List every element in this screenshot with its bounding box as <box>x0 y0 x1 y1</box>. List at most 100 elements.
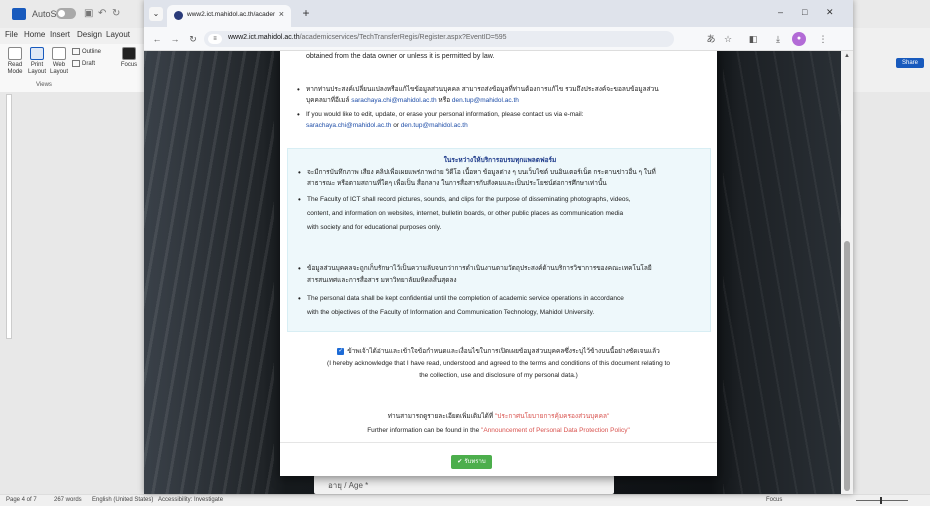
outline-button[interactable]: Outline <box>72 48 101 55</box>
english-contact-line-1: If you would like to edit, update, or er… <box>306 111 584 118</box>
check-icon: ✔ <box>457 459 463 465</box>
undo-icon[interactable]: ↶ <box>98 8 106 19</box>
url-host: www2.ict.mahidol.ac.th <box>228 34 300 41</box>
age-label: อายุ / Age * <box>328 481 369 490</box>
modal-footer-divider <box>280 442 717 443</box>
url-path: /academicservices/TechTransferRegis/Regi… <box>299 34 507 41</box>
web-layout-button[interactable]: Web Layout <box>48 47 70 76</box>
page-scrollbar[interactable]: ▲ <box>841 51 853 494</box>
page-viewport: อายุ / Age * obtained from the data owne… <box>144 51 853 494</box>
thai-contact-item: หากท่านประสงค์เปลี่ยนแปลงหรือแก้ไขข้อมูล… <box>297 84 659 106</box>
focus-button[interactable]: Focus <box>118 47 140 69</box>
permitted-by-law-text: obtained from the data owner or unless i… <box>306 53 495 60</box>
accessibility-status[interactable]: Accessibility: Investigate <box>158 497 223 503</box>
notice-english-confidential-line-1: The personal data shall be kept confiden… <box>307 295 624 302</box>
read-mode-button[interactable]: Read Mode <box>4 47 26 76</box>
word-tab-insert[interactable]: Insert <box>50 30 70 39</box>
url-text[interactable]: www2.ict.mahidol.ac.th/academicservices/… <box>228 34 507 41</box>
print-layout-button[interactable]: Print Layout <box>26 47 48 76</box>
more-info-english-text: Further information can be found in the <box>367 427 480 434</box>
email-link-sarachaya[interactable]: sarachaya.chi@mahidol.ac.th <box>351 97 436 104</box>
language-status[interactable]: English (United States) <box>92 497 153 503</box>
profile-avatar[interactable]: ● <box>792 32 806 46</box>
email-link-den-2[interactable]: den.tup@mahidol.ac.th <box>401 122 468 129</box>
word-count[interactable]: 267 words <box>54 497 82 503</box>
acknowledge-checkbox[interactable]: ✓ <box>337 347 345 355</box>
draft-icon <box>72 60 80 67</box>
more-info-thai: ท่านสามารถดูรายละเอียดเพิ่มเติมได้ที่ "ป… <box>280 410 717 424</box>
share-button[interactable]: Share <box>896 58 924 68</box>
close-button[interactable]: ✕ <box>826 7 834 18</box>
focus-icon <box>122 47 136 60</box>
background-building-right <box>723 51 853 494</box>
zoom-slider-handle[interactable] <box>880 497 882 504</box>
site-favicon-icon <box>174 11 183 20</box>
new-tab-button[interactable]: + <box>299 6 313 20</box>
minimize-button[interactable]: – <box>778 7 783 17</box>
browser-tab-active[interactable]: www2.ict.mahidol.ac.th/academ × <box>167 5 291 27</box>
tab-close-icon[interactable]: × <box>279 9 284 19</box>
save-icon[interactable]: ▣ <box>84 8 93 19</box>
english-or-text: or <box>393 122 399 129</box>
acknowledge-thai-text: ข้าพเจ้าได้อ่านและเข้าใจข้อกำหนดและเงื่อ… <box>347 348 660 355</box>
word-tab-home[interactable]: Home <box>24 30 45 39</box>
extensions-icon[interactable]: ◧ <box>746 32 760 46</box>
consent-modal: obtained from the data owner or unless i… <box>280 51 717 476</box>
background-building-left <box>144 51 274 494</box>
notice-english-recording-line-3: with society and for educational purpose… <box>307 224 442 231</box>
thai-or-text: หรือ <box>438 97 451 104</box>
menu-kebab-icon[interactable]: ⋮ <box>816 32 830 46</box>
word-status-bar: Page 4 of 7 267 words English (United St… <box>0 494 930 506</box>
notice-thai-confidential-line-1: ข้อมูลส่วนบุคคลจะถูกเก็บรักษาไว้เป็นความ… <box>307 265 652 272</box>
more-info-thai-text: ท่านสามารถดูรายละเอียดเพิ่มเติมได้ที่ <box>387 413 494 420</box>
word-tab-design[interactable]: Design <box>77 30 102 39</box>
vertical-ruler <box>6 94 12 339</box>
notice-english-confidential-line-2: with the objectives of the Faculty of In… <box>307 309 595 316</box>
zoom-slider[interactable] <box>856 500 908 501</box>
focus-mode-status[interactable]: Focus <box>766 497 782 503</box>
policy-link-thai[interactable]: "ประกาศนโยบายการคุ้มครองส่วนบุคคล" <box>495 413 609 420</box>
thai-contact-line-1: หากท่านประสงค์เปลี่ยนแปลงหรือแก้ไขข้อมูล… <box>306 86 659 93</box>
downloads-icon[interactable]: ⤓ <box>771 32 785 46</box>
acknowledge-ok-button[interactable]: ✔ รับทราบ <box>451 455 492 469</box>
redo-icon[interactable]: ↻ <box>112 8 120 19</box>
autosave-toggle[interactable] <box>56 8 76 19</box>
web-layout-icon <box>52 47 66 60</box>
draft-button[interactable]: Draft <box>72 60 95 67</box>
back-button[interactable]: ← <box>150 32 164 46</box>
english-contact-line-2: sarachaya.chi@mahidol.ac.th or den.tup@m… <box>306 120 468 131</box>
more-info-english: Further information can be found in the … <box>280 424 717 438</box>
thai-contact-prefix: บุคคลมาที่อีเมล์ <box>306 97 350 104</box>
forward-button[interactable]: → <box>168 32 182 46</box>
scroll-up-arrow-icon[interactable]: ▲ <box>844 53 850 59</box>
notice-english-recording-line-1: The Faculty of ICT shall record pictures… <box>307 196 631 203</box>
word-ribbon: Read Mode Print Layout Web Layout Outlin… <box>0 44 150 92</box>
scrollbar-thumb[interactable] <box>844 241 850 491</box>
page-count[interactable]: Page 4 of 7 <box>6 497 37 503</box>
read-mode-icon <box>8 47 22 60</box>
maximize-button[interactable]: □ <box>802 7 807 17</box>
acknowledgement-block: ✓ ข้าพเจ้าได้อ่านและเข้าใจข้อกำหนดและเงื่… <box>280 346 717 382</box>
word-tab-file[interactable]: File <box>5 30 18 39</box>
email-link-sarachaya-2[interactable]: sarachaya.chi@mahidol.ac.th <box>306 122 391 129</box>
word-app-icon <box>12 8 26 20</box>
policy-link-english[interactable]: "Announcement of Personal Data Protectio… <box>481 427 630 434</box>
tab-search-icon[interactable]: ⌄ <box>149 7 163 21</box>
bookmark-star-icon[interactable]: ☆ <box>721 32 735 46</box>
address-bar[interactable]: ≡ www2.ict.mahidol.ac.th/academicservice… <box>204 31 674 47</box>
thai-contact-line-2: บุคคลมาที่อีเมล์ sarachaya.chi@mahidol.a… <box>306 95 659 106</box>
email-link-den[interactable]: den.tup@mahidol.ac.th <box>452 97 519 104</box>
acknowledge-english-line-1: (I hereby acknowledge that I have read, … <box>327 360 670 367</box>
word-tab-layout[interactable]: Layout <box>106 30 130 39</box>
notice-english-recording: The Faculty of ICT shall record pictures… <box>298 193 707 235</box>
notice-english-confidential: The personal data shall be kept confiden… <box>298 292 707 320</box>
notice-title: ในระหว่างให้บริการอบรมทุกแพลตฟอร์ม <box>443 157 557 164</box>
reload-button[interactable]: ↻ <box>186 32 200 46</box>
more-info-block: ท่านสามารถดูรายละเอียดเพิ่มเติมได้ที่ "ป… <box>280 410 717 438</box>
browser-toolbar: ← → ↻ ≡ www2.ict.mahidol.ac.th/academics… <box>144 27 853 51</box>
views-group-label: Views <box>36 82 52 88</box>
site-info-icon[interactable]: ≡ <box>208 34 222 44</box>
acknowledge-checkbox-row[interactable]: ✓ ข้าพเจ้าได้อ่านและเข้าใจข้อกำหนดและเงื่… <box>280 346 717 358</box>
translate-icon[interactable]: あ <box>704 32 718 46</box>
tab-title: www2.ict.mahidol.ac.th/academ <box>187 11 275 18</box>
